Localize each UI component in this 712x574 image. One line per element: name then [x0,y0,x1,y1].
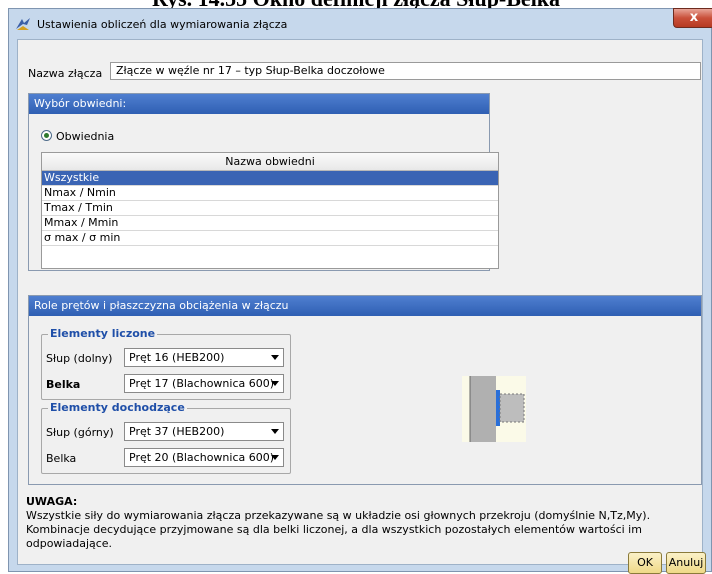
connecting-elements-group: Elementy dochodzące Słup (górny) Pręt 37… [41,401,291,474]
envelope-list[interactable]: Nazwa obwiedni Wszystkie Nmax / Nmin Tma… [41,152,499,269]
list-item[interactable]: Wszystkie [42,171,498,186]
chevron-down-icon[interactable] [271,455,279,460]
lower-column-value: Pręt 16 (HEB200) [129,351,225,364]
chevron-down-icon[interactable] [271,355,279,360]
cancel-button[interactable]: Anuluj [666,552,706,574]
upper-column-label: Słup (górny) [46,426,114,439]
connecting-elements-title: Elementy dochodzące [48,401,187,414]
chevron-down-icon[interactable] [271,429,279,434]
list-item[interactable]: σ max / σ min [42,231,498,246]
app-icon [16,18,30,30]
dialog-window: Ustawienia obliczeń dla wymiarowania złą… [8,8,712,574]
dialog-body: Nazwa złącza Złącze w węźle nr 17 – typ … [17,39,706,574]
roles-panel-header: Role prętów i płaszczyzna obciążenia w z… [29,296,701,316]
connecting-beam-value: Pręt 20 (Blachownica 600) [129,451,275,464]
list-item[interactable]: Tmax / Tmin [42,201,498,216]
envelope-list-header: Nazwa obwiedni [42,153,498,171]
beam-value: Pręt 17 (Blachownica 600) [129,377,275,390]
radio-selected-icon[interactable] [41,130,52,141]
window-title: Ustawienia obliczeń dla wymiarowania złą… [37,18,288,31]
envelope-radio-label: Obwiednia [56,130,115,143]
chevron-down-icon[interactable] [271,381,279,386]
connecting-beam-select[interactable]: Pręt 20 (Blachownica 600) [124,448,284,467]
close-button[interactable]: x [673,8,712,28]
list-item[interactable]: Mmax / Mmin [42,216,498,231]
joint-preview-icon [462,376,526,442]
upper-column-value: Pręt 37 (HEB200) [129,425,225,438]
warning-note: UWAGA: Wszystkie siły do wymiarowania zł… [26,495,706,551]
roles-panel: Role prętów i płaszczyzna obciążenia w z… [28,295,702,485]
lower-column-label: Słup (dolny) [46,352,113,365]
computed-elements-group: Elementy liczone Słup (dolny) Pręt 16 (H… [41,327,291,400]
computed-elements-title: Elementy liczone [48,327,158,340]
close-icon: x [689,10,699,25]
note-line-1: Wszystkie siły do wymiarowania złącza pr… [26,509,651,522]
envelope-panel-header: Wybór obwiedni: [29,94,489,114]
joint-name-label: Nazwa złącza [28,67,103,80]
note-title: UWAGA: [26,495,78,508]
upper-column-select[interactable]: Pręt 37 (HEB200) [124,422,284,441]
joint-name-input[interactable]: Złącze w węźle nr 17 – typ Słup-Belka do… [110,62,701,80]
lower-column-select[interactable]: Pręt 16 (HEB200) [124,348,284,367]
beam-label: Belka [46,378,81,391]
connecting-beam-label: Belka [46,452,77,465]
envelope-panel: Wybór obwiedni: Obwiednia Nazwa obwiedni… [28,93,499,271]
envelope-radio[interactable]: Obwiednia [41,130,114,143]
list-item[interactable]: Nmax / Nmin [42,186,498,201]
title-bar[interactable]: Ustawienia obliczeń dla wymiarowania złą… [9,8,712,39]
beam-select[interactable]: Pręt 17 (Blachownica 600) [124,374,284,393]
note-line-2: Kombinacje decydujące przyjmowane są dla… [26,523,642,550]
ok-button[interactable]: OK [628,552,662,574]
